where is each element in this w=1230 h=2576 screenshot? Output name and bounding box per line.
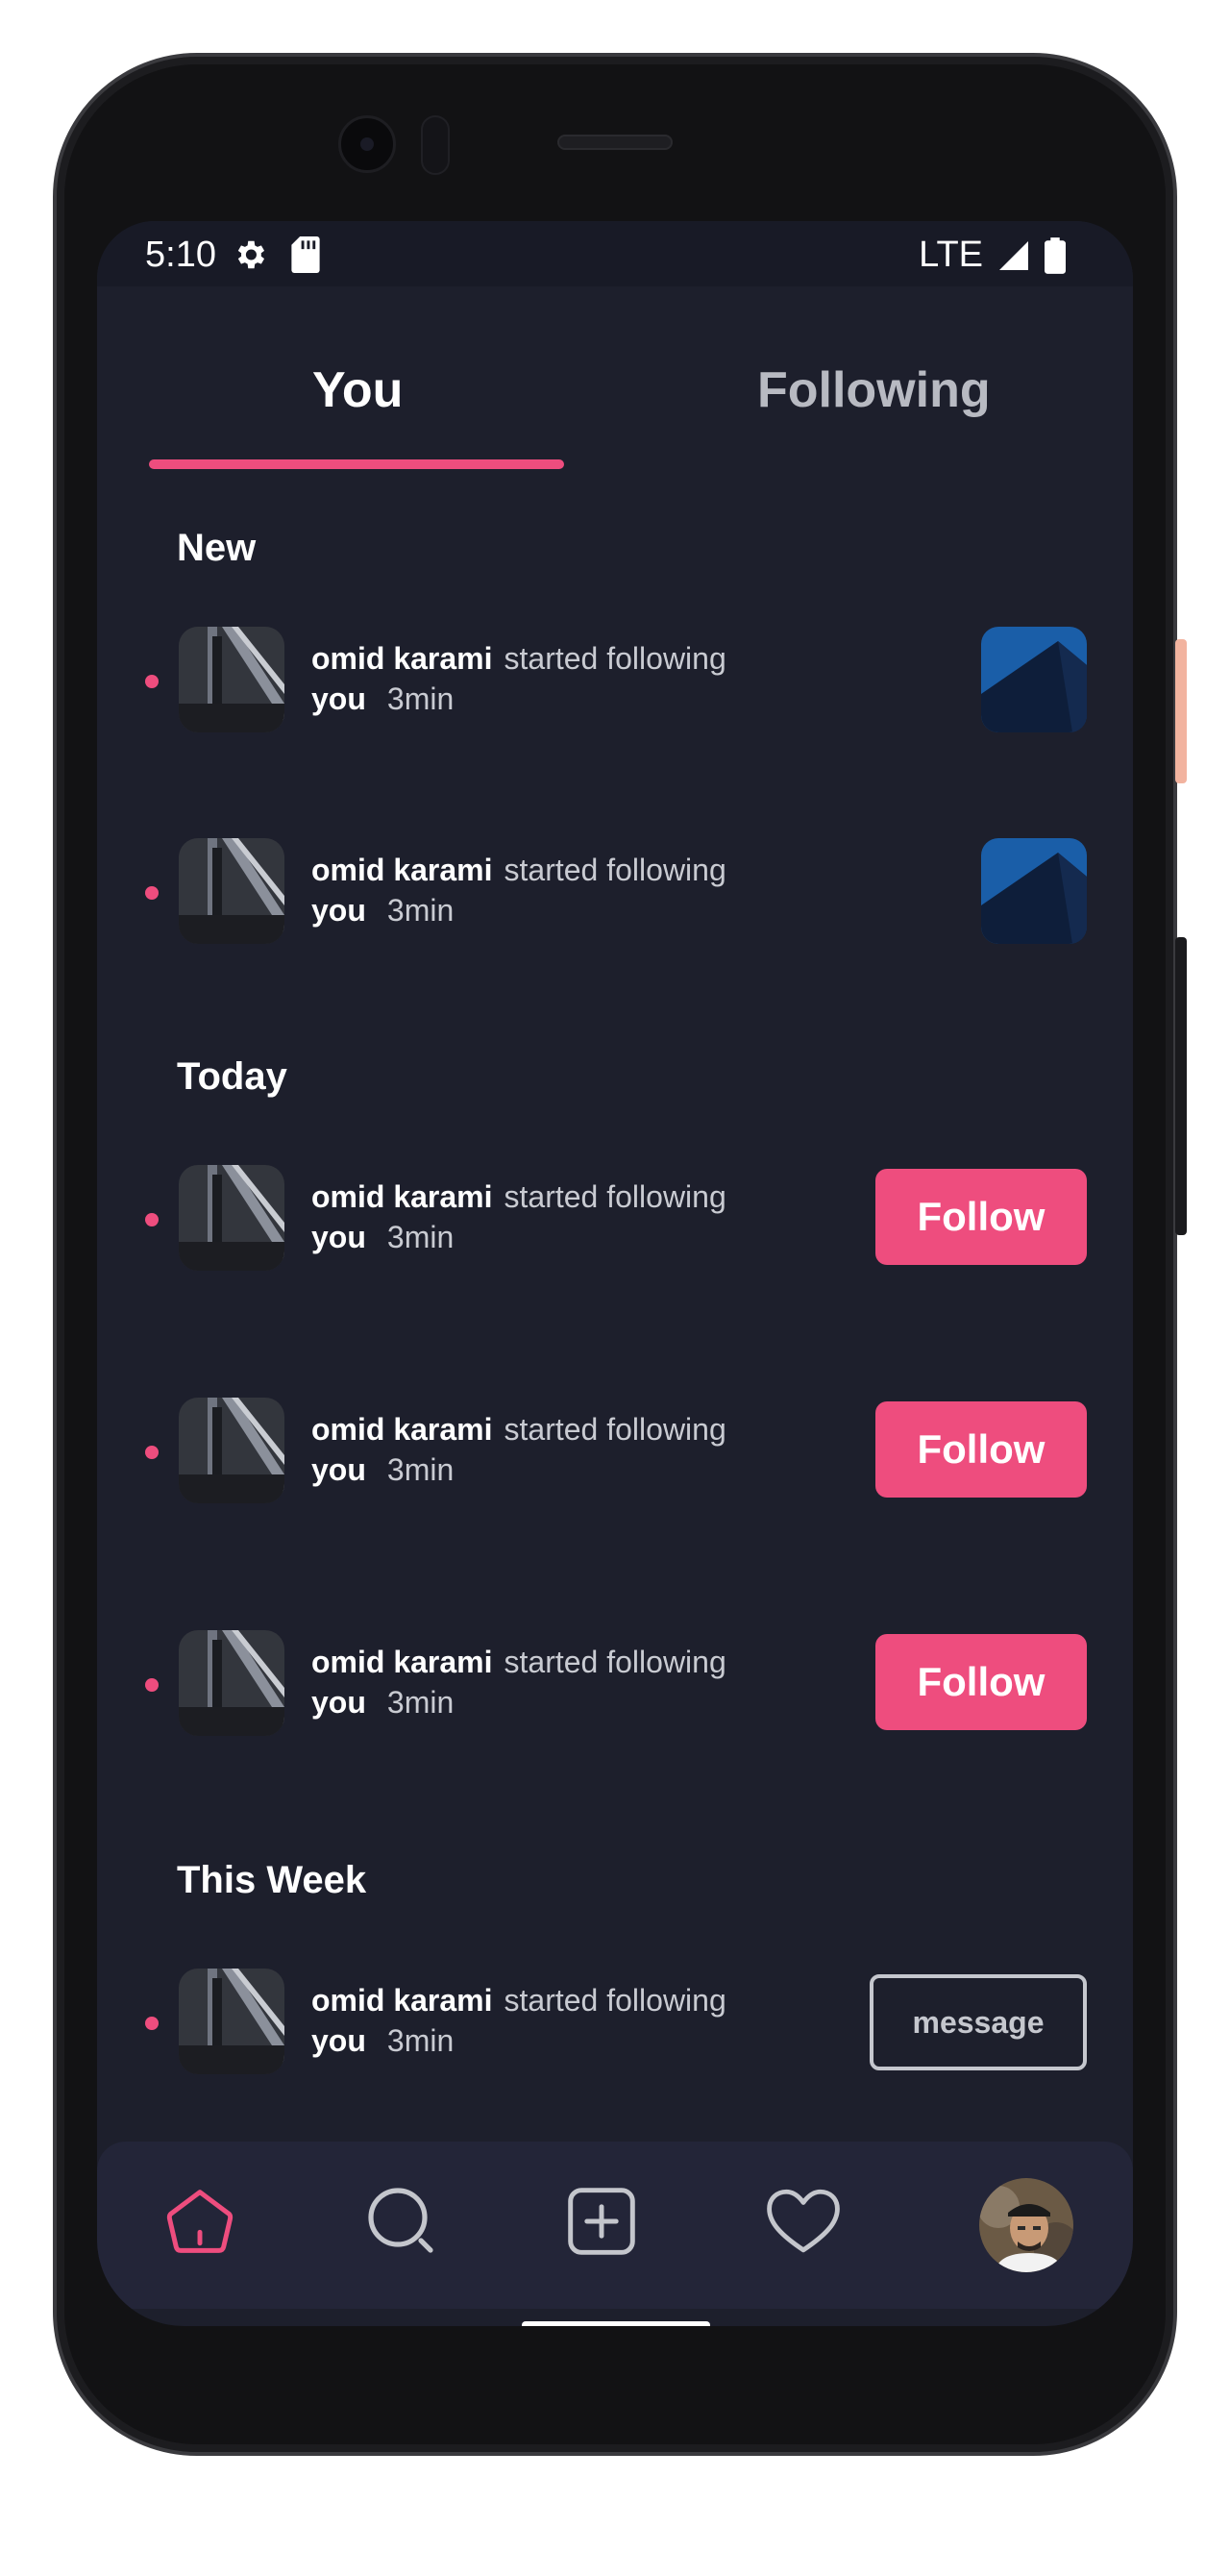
target-text: you bbox=[311, 893, 366, 928]
target-text: you bbox=[311, 2023, 366, 2058]
tab-you[interactable]: You bbox=[312, 361, 403, 419]
status-bar: 5:10 LTE bbox=[97, 221, 1133, 286]
tab-following[interactable]: Following bbox=[757, 361, 991, 419]
avatar[interactable] bbox=[179, 1398, 284, 1503]
action-text: started following bbox=[504, 853, 726, 887]
active-tab-indicator bbox=[149, 459, 564, 469]
time-text: 3min bbox=[386, 1220, 455, 1254]
bottom-nav bbox=[97, 2142, 1133, 2309]
list-item[interactable]: omid karami started following you 3min bbox=[97, 627, 1133, 732]
list-item[interactable]: omid karami started following you 3min Fol… bbox=[97, 1398, 1133, 1503]
app-screen: 5:10 LTE You Following New omid karami s… bbox=[97, 221, 1133, 2326]
action-text: started following bbox=[504, 641, 726, 676]
target-text: you bbox=[311, 1452, 366, 1487]
action-text: started following bbox=[504, 1412, 726, 1447]
avatar[interactable] bbox=[179, 1969, 284, 2074]
time-text: 3min bbox=[386, 893, 455, 928]
list-item[interactable]: omid karami started following you 3min Fol… bbox=[97, 1630, 1133, 1736]
time-text: 3min bbox=[386, 1452, 455, 1487]
add-icon[interactable] bbox=[558, 2178, 645, 2265]
settings-icon bbox=[237, 240, 265, 269]
target-text: you bbox=[311, 1685, 366, 1720]
home-indicator[interactable] bbox=[522, 2321, 710, 2326]
unread-dot bbox=[145, 2017, 159, 2030]
search-icon[interactable] bbox=[358, 2178, 445, 2265]
avatar[interactable] bbox=[179, 1630, 284, 1736]
section-title-today: Today bbox=[177, 1055, 287, 1098]
tab-bar: You Following bbox=[97, 286, 1133, 479]
power-button bbox=[1175, 937, 1187, 1235]
front-camera bbox=[338, 115, 396, 173]
message-button[interactable]: message bbox=[870, 1974, 1087, 2070]
action-text: started following bbox=[504, 1179, 726, 1214]
profile-avatar[interactable] bbox=[979, 2178, 1073, 2272]
action-text: started following bbox=[504, 1645, 726, 1679]
heart-icon[interactable] bbox=[760, 2178, 847, 2265]
time-text: 3min bbox=[386, 681, 455, 716]
unread-dot bbox=[145, 1213, 159, 1226]
section-title-this-week: This Week bbox=[177, 1859, 367, 1901]
avatar[interactable] bbox=[179, 627, 284, 732]
volume-button bbox=[1175, 639, 1187, 783]
action-text: started following bbox=[504, 1983, 726, 2018]
time-text: 3min bbox=[386, 2023, 455, 2058]
target-text: you bbox=[311, 681, 366, 716]
post-thumbnail[interactable] bbox=[981, 838, 1087, 944]
unread-dot bbox=[145, 675, 159, 688]
follow-button[interactable]: Follow bbox=[875, 1169, 1087, 1265]
home-icon[interactable] bbox=[157, 2178, 243, 2265]
follow-button[interactable]: Follow bbox=[875, 1634, 1087, 1730]
avatar[interactable] bbox=[179, 838, 284, 944]
section-title-new: New bbox=[177, 527, 257, 569]
proximity-sensor bbox=[421, 115, 450, 175]
post-thumbnail[interactable] bbox=[981, 627, 1087, 732]
status-time: 5:10 bbox=[145, 235, 216, 275]
user-name[interactable]: omid karami bbox=[311, 641, 493, 676]
list-item[interactable]: omid karami started following you 3min bbox=[97, 838, 1133, 944]
battery-icon bbox=[1045, 236, 1066, 274]
target-text: you bbox=[311, 1220, 366, 1254]
network-type: LTE bbox=[919, 235, 983, 275]
unread-dot bbox=[145, 886, 159, 900]
signal-icon bbox=[999, 240, 1028, 270]
list-item[interactable]: omid karami started following you 3min Fol… bbox=[97, 1165, 1133, 1271]
unread-dot bbox=[145, 1446, 159, 1459]
follow-button[interactable]: Follow bbox=[875, 1401, 1087, 1498]
user-name[interactable]: omid karami bbox=[311, 853, 493, 887]
sd-card-icon bbox=[291, 236, 320, 273]
user-name[interactable]: omid karami bbox=[311, 1412, 493, 1447]
earpiece-speaker bbox=[557, 135, 673, 150]
list-item[interactable]: omid karami started following you 3min mes… bbox=[97, 1969, 1133, 2074]
time-text: 3min bbox=[386, 1685, 455, 1720]
user-name[interactable]: omid karami bbox=[311, 1179, 493, 1214]
user-name[interactable]: omid karami bbox=[311, 1645, 493, 1679]
user-name[interactable]: omid karami bbox=[311, 1983, 493, 2018]
avatar[interactable] bbox=[179, 1165, 284, 1271]
unread-dot bbox=[145, 1678, 159, 1692]
